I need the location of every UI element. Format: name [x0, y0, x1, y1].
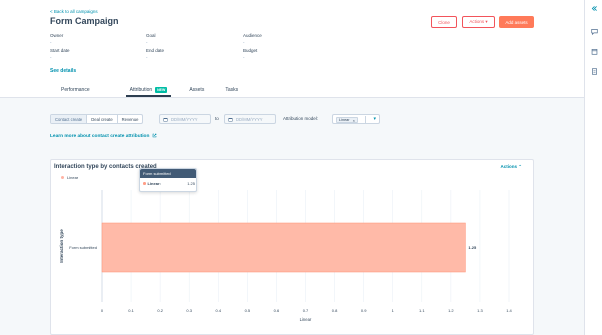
- x-axis-title: Linear: [300, 317, 312, 322]
- tooltip-row: Linear: 1.25: [143, 181, 195, 186]
- x-tick-label: 0.9: [361, 308, 367, 313]
- tooltip-value: 1.25: [187, 181, 195, 186]
- bar-data-label: 1.25: [468, 245, 477, 250]
- x-tick-label: 0: [101, 308, 104, 313]
- chart-tooltip: Form submitted Linear: 1.25: [139, 168, 197, 192]
- x-tick-label: 0.8: [332, 308, 338, 313]
- tooltip-header: Form submitted: [140, 169, 196, 178]
- x-tick-label: 0.7: [303, 308, 309, 313]
- x-tick-label: 0.6: [274, 308, 280, 313]
- tooltip-swatch: [143, 182, 146, 185]
- bar-form-submitted: [101, 222, 466, 273]
- x-tick-label: 0.3: [186, 308, 192, 313]
- x-tick-label: 1.4: [506, 308, 512, 313]
- x-tick-label: 0.1: [128, 308, 134, 313]
- x-tick-label: 1.3: [477, 308, 483, 313]
- x-tick-label: 0.2: [157, 308, 163, 313]
- y-axis-title: Interaction type: [59, 229, 64, 263]
- x-tick-label: 0.4: [216, 308, 222, 313]
- bar-chart: 0 0.1 0.2 0.3 0.4 0.5 0.6 0.7 0.8 0.9 1 1.1 1.2 1.3 1.…: [59, 190, 513, 322]
- x-tick-label: 0.5: [245, 308, 251, 313]
- x-tick-label: 1.2: [448, 308, 454, 313]
- x-tick-label: 1.1: [419, 308, 425, 313]
- x-tick-label: 1: [392, 308, 395, 313]
- y-category-label: Form submitted: [69, 245, 97, 250]
- tooltip-series-name: Linear:: [147, 181, 161, 186]
